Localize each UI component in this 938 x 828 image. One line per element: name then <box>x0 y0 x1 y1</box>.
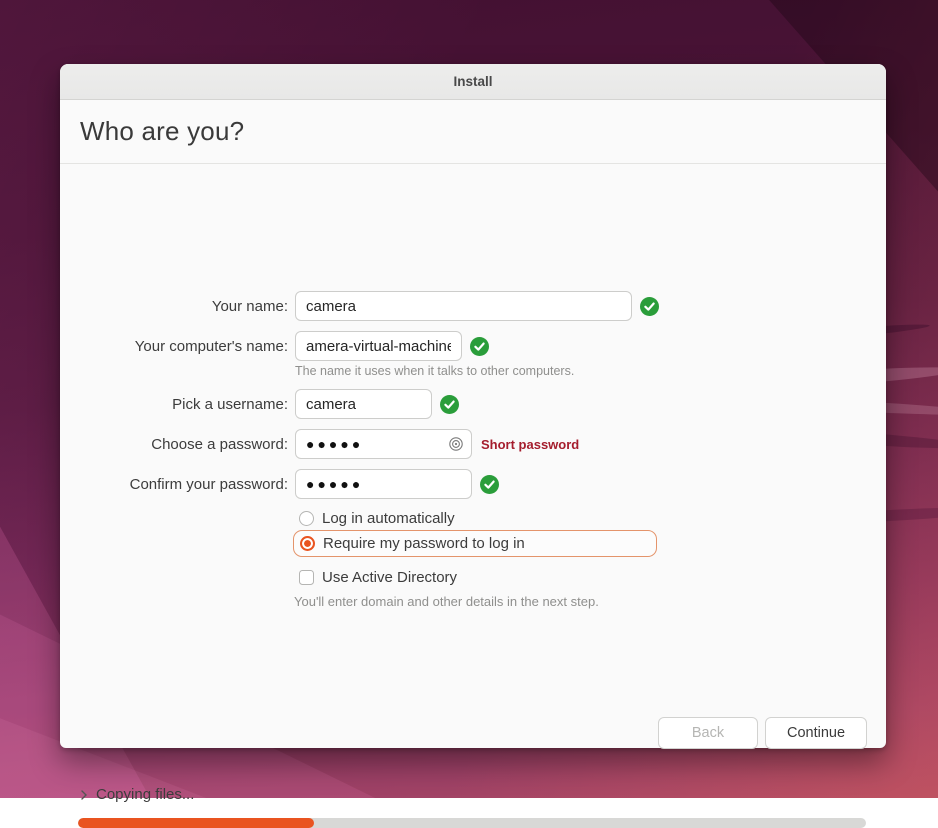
your-name-label: Your name: <box>60 298 288 315</box>
your-name-row: Your name: <box>60 291 659 321</box>
confirm-password-label: Confirm your password: <box>60 476 288 493</box>
auto-login-option[interactable]: Log in automatically <box>299 510 455 527</box>
require-password-label: Require my password to log in <box>323 535 525 552</box>
computer-name-label: Your computer's name: <box>60 338 288 355</box>
computer-name-valid-icon <box>470 337 489 356</box>
confirm-password-valid-icon <box>480 475 499 494</box>
password-label: Choose a password: <box>60 436 288 453</box>
chevron-right-icon <box>80 789 88 801</box>
username-valid-icon <box>440 395 459 414</box>
progress-label: Copying files... <box>96 786 194 803</box>
your-name-input[interactable] <box>295 291 632 321</box>
continue-button[interactable]: Continue <box>765 717 867 749</box>
username-label: Pick a username: <box>60 396 288 413</box>
page-title: Who are you? <box>80 116 244 147</box>
password-warning: Short password <box>481 437 579 452</box>
auto-login-radio-icon[interactable] <box>299 511 314 526</box>
installer-window: Install Who are you? Your name: Your com… <box>60 64 886 748</box>
password-row: Choose a password: Short password <box>60 429 579 459</box>
password-input[interactable] <box>295 429 472 459</box>
window-title: Install <box>453 74 492 89</box>
active-directory-checkbox-icon[interactable] <box>299 570 314 585</box>
progress-expander[interactable]: Copying files... <box>80 786 194 803</box>
auto-login-label: Log in automatically <box>322 510 455 527</box>
progress-bar <box>78 818 866 828</box>
reveal-password-icon[interactable] <box>448 436 464 452</box>
computer-name-hint: The name it uses when it talks to other … <box>295 364 574 378</box>
active-directory-hint: You'll enter domain and other details in… <box>294 594 599 609</box>
computer-name-row: Your computer's name: <box>60 331 489 361</box>
who-are-you-form: Your name: Your computer's name: The nam… <box>60 164 886 749</box>
username-input[interactable] <box>295 389 432 419</box>
require-password-radio-icon[interactable] <box>300 536 315 551</box>
computer-name-input[interactable] <box>295 331 462 361</box>
titlebar[interactable]: Install <box>60 64 886 100</box>
active-directory-option[interactable]: Use Active Directory <box>299 569 457 586</box>
confirm-password-input[interactable] <box>295 469 472 499</box>
page-header: Who are you? <box>60 100 886 164</box>
your-name-valid-icon <box>640 297 659 316</box>
back-button[interactable]: Back <box>658 717 758 749</box>
progress-fill <box>78 818 314 828</box>
confirm-password-row: Confirm your password: <box>60 469 499 499</box>
username-row: Pick a username: <box>60 389 459 419</box>
require-password-option[interactable]: Require my password to log in <box>293 530 657 557</box>
active-directory-label: Use Active Directory <box>322 569 457 586</box>
